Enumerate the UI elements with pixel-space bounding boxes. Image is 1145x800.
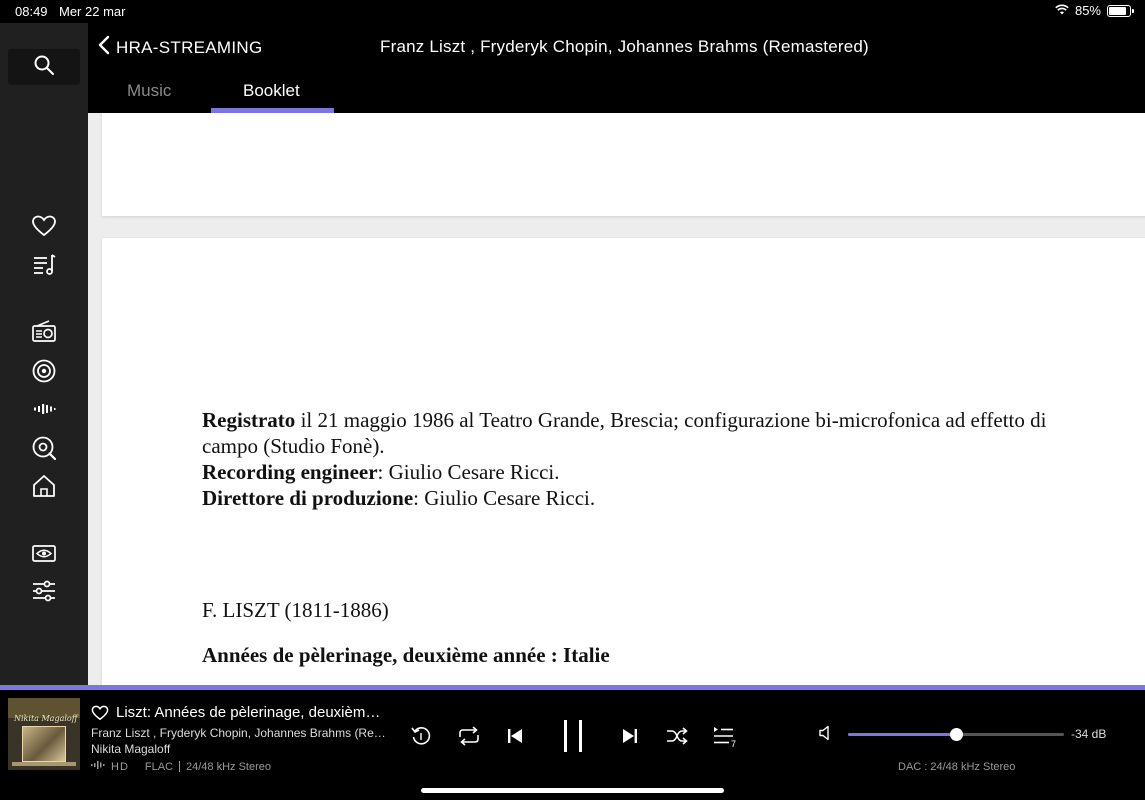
booklet-page-current: Registrato il 21 maggio 1986 al Teatro G… bbox=[102, 238, 1145, 685]
shuffle-button[interactable] bbox=[665, 724, 689, 748]
sidebar-item-radio[interactable] bbox=[29, 319, 59, 349]
album-title: Franz Liszt , Fryderyk Chopin, Johannes … bbox=[380, 37, 869, 56]
sidebar-item-podcasts[interactable] bbox=[29, 358, 59, 388]
engineer-text: : Giulio Cesare Ricci. bbox=[377, 460, 560, 484]
mute-button[interactable] bbox=[818, 725, 834, 746]
back-button[interactable]: HRA-STREAMING bbox=[98, 35, 263, 60]
recorded-text: il 21 maggio 1986 al Teatro Grande, Bres… bbox=[202, 408, 1047, 458]
replay-button[interactable] bbox=[409, 724, 433, 748]
tab-music[interactable]: Music bbox=[127, 81, 171, 101]
recorded-line: Registrato il 21 maggio 1986 al Teatro G… bbox=[202, 407, 1062, 459]
engineer-line: Recording engineer: Giulio Cesare Ricci. bbox=[202, 459, 1062, 485]
format-divider bbox=[179, 761, 181, 772]
sidebar-item-discover[interactable] bbox=[29, 435, 59, 465]
eye-icon bbox=[31, 540, 57, 571]
director-label: Direttore di produzione bbox=[202, 486, 414, 510]
album-cover[interactable]: Nikita Magaloff bbox=[8, 698, 80, 770]
composer-heading: F. LISZT (1811-1886) bbox=[202, 598, 389, 622]
tab-booklet[interactable]: Booklet bbox=[243, 81, 300, 101]
status-bar: 08:49 Mer 22 mar 85% bbox=[0, 0, 1145, 23]
work-title: Années de pèlerinage, deuxième année : I… bbox=[202, 643, 610, 667]
playlist-icon bbox=[31, 252, 57, 283]
recorded-label: Registrato bbox=[202, 408, 296, 432]
volume-db: -34 dB bbox=[1071, 727, 1107, 741]
cover-footer bbox=[12, 762, 76, 766]
pause-icon bbox=[562, 720, 584, 752]
director-text: : Giulio Cesare Ricci. bbox=[413, 486, 596, 510]
sidebar-item-waveform[interactable] bbox=[29, 396, 59, 426]
status-date: Mer 22 mar bbox=[59, 4, 126, 19]
waveform-icon bbox=[31, 396, 57, 427]
format-label: FLAC bbox=[144, 760, 174, 773]
recording-info: Registrato il 21 maggio 1986 al Teatro G… bbox=[202, 407, 1062, 511]
back-label: HRA-STREAMING bbox=[116, 37, 263, 57]
home-icon bbox=[31, 473, 57, 504]
dac-info: DAC : 24/48 kHz Stereo bbox=[898, 761, 1016, 773]
queue-count: 7 bbox=[731, 739, 737, 749]
next-icon bbox=[622, 728, 638, 744]
previous-button[interactable] bbox=[505, 725, 525, 747]
hd-waveform-icon bbox=[91, 760, 105, 773]
cover-artist-text: Nikita Magaloff bbox=[14, 714, 78, 723]
hd-badge: HD bbox=[111, 760, 129, 773]
search-icon bbox=[33, 54, 55, 81]
sidebar bbox=[0, 23, 88, 685]
heart-icon bbox=[31, 213, 57, 244]
sidebar-item-visual[interactable] bbox=[29, 540, 59, 570]
header: HRA-STREAMING Franz Liszt , Fryderyk Cho… bbox=[88, 23, 1145, 113]
volume-fill bbox=[848, 733, 956, 736]
quality-label: 24/48 kHz Stereo bbox=[186, 760, 272, 773]
booklet-page-previous bbox=[102, 113, 1145, 216]
track-title[interactable]: Liszt: Années de pèlerinage, deuxième an… bbox=[116, 704, 386, 721]
sidebar-search-button[interactable] bbox=[8, 49, 80, 85]
shuffle-icon bbox=[666, 727, 688, 745]
volume-slider[interactable] bbox=[848, 728, 1064, 741]
speaker-icon bbox=[818, 725, 834, 745]
sidebar-item-favorites[interactable] bbox=[29, 213, 59, 243]
battery-percent: 85% bbox=[1074, 3, 1101, 18]
sidebar-item-settings[interactable] bbox=[29, 578, 59, 608]
sidebar-item-playlists[interactable] bbox=[29, 252, 59, 282]
battery-icon bbox=[1107, 4, 1134, 17]
player-bar: Nikita Magaloff Liszt: Années de pèlerin… bbox=[0, 690, 1145, 800]
track-performer: Nikita Magaloff bbox=[91, 742, 171, 756]
chevron-left-icon bbox=[98, 35, 110, 60]
engineer-label: Recording engineer bbox=[202, 460, 378, 484]
track-artists: Franz Liszt , Fryderyk Chopin, Johannes … bbox=[91, 726, 389, 740]
podcast-icon bbox=[31, 358, 57, 389]
wifi-icon bbox=[1055, 3, 1069, 18]
repeat-icon bbox=[457, 726, 481, 746]
home-indicator[interactable] bbox=[421, 788, 724, 793]
director-line: Direttore di produzione: Giulio Cesare R… bbox=[202, 485, 1062, 511]
cover-photo bbox=[22, 726, 66, 762]
repeat-button[interactable] bbox=[456, 724, 482, 748]
sidebar-item-home[interactable] bbox=[29, 473, 59, 503]
replay-icon bbox=[410, 725, 432, 747]
status-time: 08:49 bbox=[15, 4, 48, 19]
pause-button[interactable] bbox=[557, 718, 589, 754]
discover-icon bbox=[31, 435, 57, 466]
status-right: 85% bbox=[1055, 3, 1134, 18]
booklet-viewer[interactable]: Registrato il 21 maggio 1986 al Teatro G… bbox=[88, 113, 1145, 685]
radio-icon bbox=[31, 319, 57, 350]
next-button[interactable] bbox=[620, 725, 640, 747]
favorite-track-button[interactable] bbox=[91, 704, 109, 722]
previous-icon bbox=[507, 728, 523, 744]
settings-sliders-icon bbox=[31, 578, 57, 609]
format-line: HD FLAC 24/48 kHz Stereo bbox=[91, 760, 271, 773]
volume-knob[interactable] bbox=[950, 728, 963, 741]
